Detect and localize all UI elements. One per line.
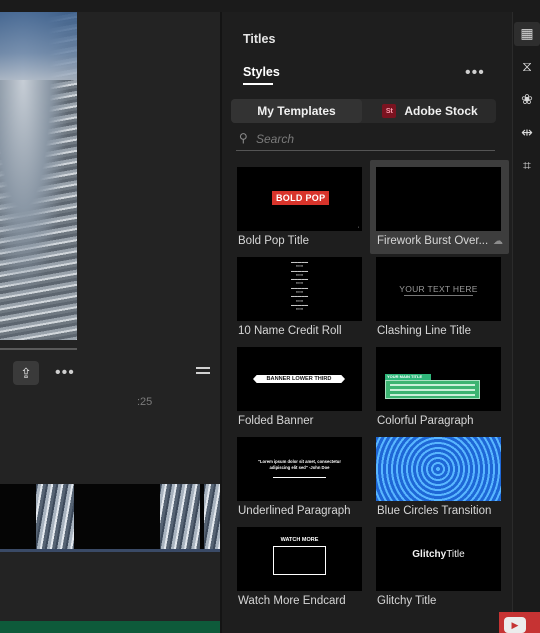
- panel-more-button[interactable]: •••: [465, 64, 485, 82]
- scrubber-bar[interactable]: [0, 348, 77, 350]
- template-label: Folded Banner: [238, 415, 314, 427]
- template-card-bold-pop-title[interactable]: BOLD POP ▪ Bold Pop Title: [237, 167, 362, 255]
- template-label: Glitchy Title: [377, 595, 437, 607]
- template-label: Clashing Line Title: [377, 325, 471, 337]
- thumb-text: "Lorem ipsum dolor sit amet, consectetur…: [258, 459, 341, 470]
- search-icon: ⚲: [239, 131, 248, 145]
- template-thumbnail: ▬▬▬▬▬ ▪▪▪▪▪▪ ▬▬▬▬▬ ▪▪▪▪▪▪ ▬▬▬▬▬ ▪▪▪▪▪▪ ▬▬▬▬…: [237, 257, 362, 321]
- timeline-track[interactable]: [0, 484, 220, 551]
- top-strip: [0, 0, 540, 12]
- template-card-glitchy-title[interactable]: GlitchyTitle Glitchy Title: [376, 527, 501, 615]
- transitions-icon[interactable]: ⧖: [518, 57, 536, 75]
- template-label: Watch More Endcard: [238, 595, 346, 607]
- timeline-clip[interactable]: [36, 484, 74, 551]
- adobe-stock-icon: St: [382, 104, 397, 118]
- template-thumbnail: YOUR MAIN TITLE: [376, 347, 501, 411]
- video-preview-sky: [0, 12, 77, 80]
- template-card-blue-circles-transition[interactable]: Blue Circles Transition: [376, 437, 501, 525]
- youtube-icon[interactable]: ▶: [504, 617, 526, 633]
- template-thumbnail: BOLD POP ▪: [237, 167, 362, 231]
- my-templates-button[interactable]: My Templates: [231, 99, 362, 123]
- template-thumbnail: BANNER LOWER THIRD: [237, 347, 362, 411]
- template-thumbnail: "Lorem ipsum dolor sit amet, consectetur…: [237, 437, 362, 501]
- audio-track-bar[interactable]: [0, 621, 220, 633]
- adobe-stock-label: Adobe Stock: [404, 104, 478, 118]
- thumb-text: YOUR TEXT HERE: [399, 284, 478, 294]
- crop-icon[interactable]: ⌗: [518, 156, 536, 174]
- template-card-name-credit-roll[interactable]: ▬▬▬▬▬ ▪▪▪▪▪▪ ▬▬▬▬▬ ▪▪▪▪▪▪ ▬▬▬▬▬ ▪▪▪▪▪▪ ▬▬▬▬…: [237, 257, 362, 345]
- template-card-underlined-paragraph[interactable]: "Lorem ipsum dolor sit amet, consectetur…: [237, 437, 362, 525]
- search-input[interactable]: [256, 131, 486, 147]
- template-thumbnail: WATCH MORE: [237, 527, 362, 591]
- thumb-text: BOLD POP: [272, 191, 330, 205]
- template-label: Bold Pop Title: [238, 235, 309, 247]
- credit-roll-lines: ▬▬▬▬▬ ▪▪▪▪▪▪ ▬▬▬▬▬ ▪▪▪▪▪▪ ▬▬▬▬▬ ▪▪▪▪▪▪ ▬▬▬▬…: [291, 260, 308, 312]
- adobe-stock-button[interactable]: St Adobe Stock: [364, 99, 496, 123]
- clip-selection-border: [0, 549, 220, 552]
- timeline-clip[interactable]: [74, 484, 160, 551]
- share-button[interactable]: ⇪: [13, 361, 39, 385]
- template-label: 10 Name Credit Roll: [238, 325, 342, 337]
- blue-circles-graphic: [376, 437, 501, 501]
- template-label: Blue Circles Transition: [377, 505, 492, 517]
- monitor-more-button[interactable]: •••: [55, 364, 75, 382]
- color-icon[interactable]: ❀: [518, 90, 536, 108]
- timecode-label: :25: [137, 396, 153, 408]
- active-tab-indicator: [243, 83, 273, 85]
- effects-icon[interactable]: ⇹: [518, 123, 536, 141]
- template-card-firework-burst[interactable]: Firework Burst Over...: [376, 167, 501, 255]
- template-label: Firework Burst Over...: [377, 235, 489, 247]
- template-thumbnail: YOUR TEXT HERE: [376, 257, 501, 321]
- tab-styles[interactable]: Styles: [243, 65, 280, 79]
- template-card-colorful-paragraph[interactable]: YOUR MAIN TITLE Colorful Paragraph: [376, 347, 501, 435]
- share-icon: ⇪: [20, 364, 32, 381]
- tab-titles[interactable]: Titles: [243, 32, 275, 46]
- timeline-clip[interactable]: [0, 484, 36, 551]
- cloud-download-icon[interactable]: ☁: [493, 236, 503, 247]
- timeline-clip[interactable]: [160, 484, 200, 551]
- hamburger-icon[interactable]: [196, 367, 210, 377]
- template-label: Colorful Paragraph: [377, 415, 474, 427]
- template-label: Underlined Paragraph: [238, 505, 351, 517]
- thumb-text: GlitchyTitle: [412, 549, 465, 560]
- titles-icon[interactable]: ▦: [518, 24, 536, 42]
- template-card-clashing-line-title[interactable]: YOUR TEXT HERE Clashing Line Title: [376, 257, 501, 345]
- template-thumbnail: GlitchyTitle: [376, 527, 501, 591]
- timeline-clip[interactable]: [204, 484, 220, 551]
- template-card-watch-more-endcard[interactable]: WATCH MORE Watch More Endcard: [237, 527, 362, 615]
- template-card-folded-banner[interactable]: BANNER LOWER THIRD Folded Banner: [237, 347, 362, 435]
- thumb-text: WATCH MORE: [280, 537, 319, 543]
- thumb-text: BANNER LOWER THIRD: [253, 375, 345, 383]
- template-thumbnail: [376, 437, 501, 501]
- template-thumbnail: [376, 167, 501, 231]
